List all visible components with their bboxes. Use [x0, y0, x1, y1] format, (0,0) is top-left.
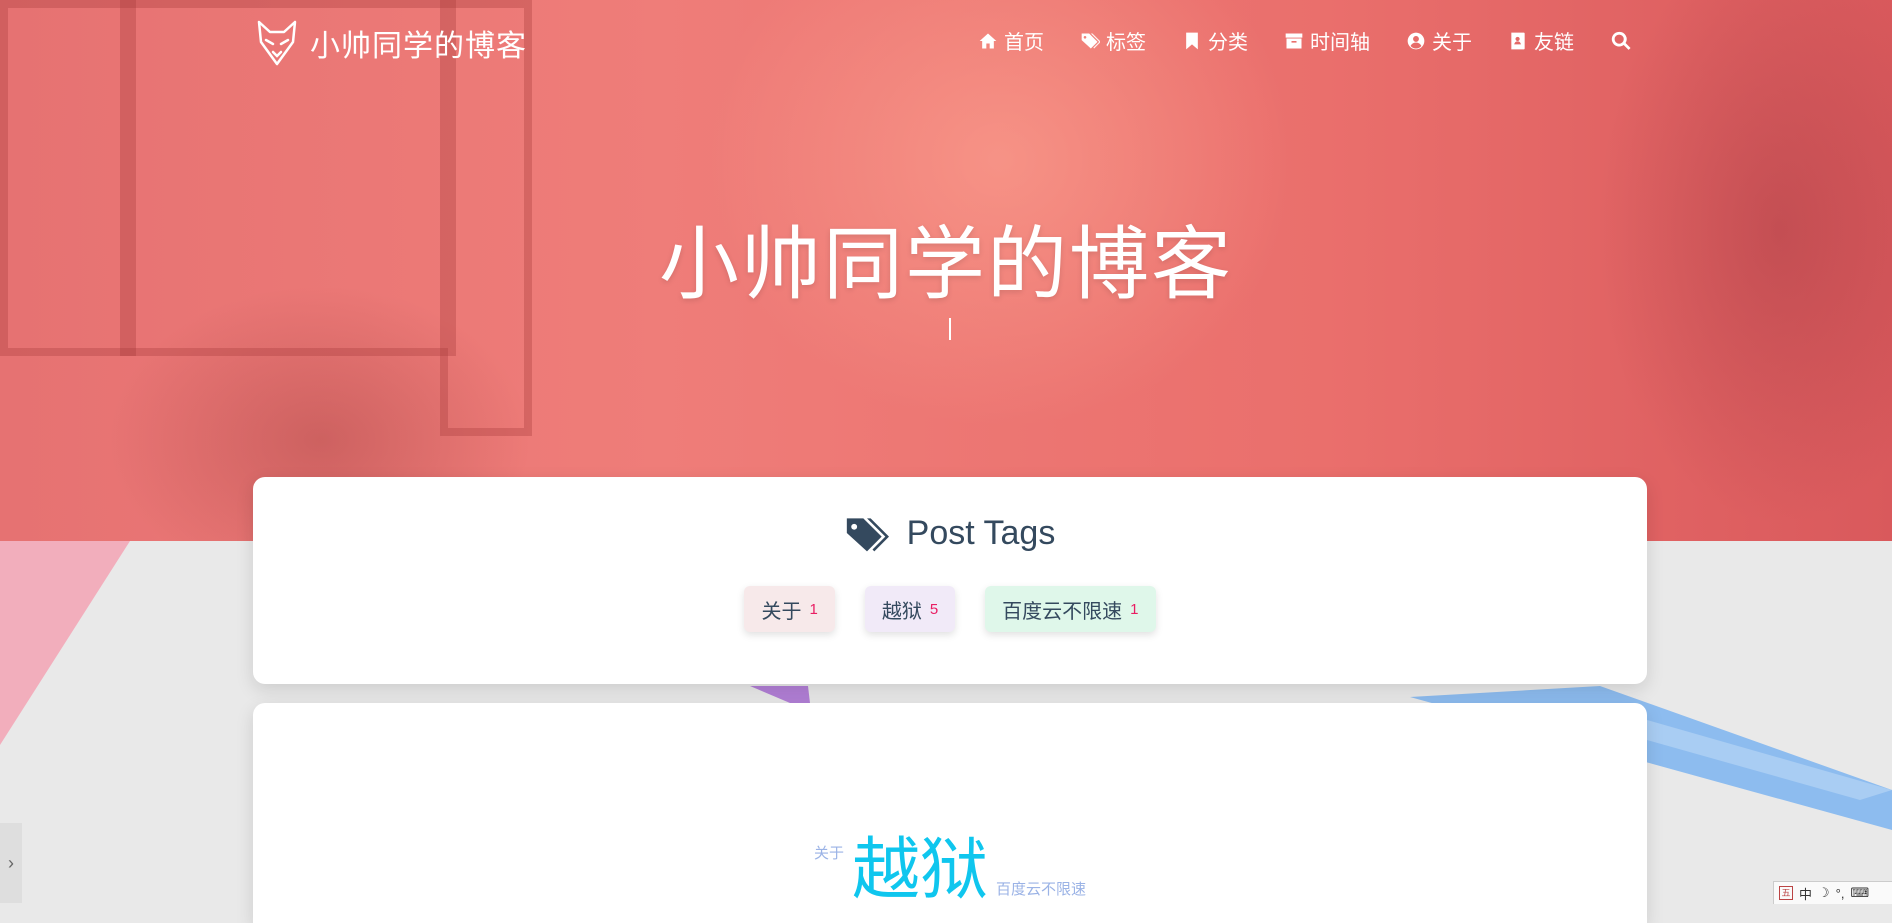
moon-icon: ☽ [1818, 885, 1830, 900]
tag-chip-count: 1 [809, 600, 818, 618]
nav-item-label: 首页 [1004, 32, 1044, 54]
archive-icon [1285, 33, 1303, 48]
tag-chip[interactable]: 百度云不限速 1 [985, 586, 1156, 632]
tag-chip[interactable]: 关于 1 [744, 586, 835, 632]
ime-punctuation-label: °, [1835, 885, 1845, 901]
chevron-right-icon: › [8, 852, 14, 873]
typing-cursor [949, 318, 951, 340]
fox-logo-icon [257, 20, 297, 66]
ime-mode-label: 中 [1799, 886, 1813, 902]
brand-link[interactable]: 小帅同学的博客 [256, 20, 527, 66]
tag-chip-name: 百度云不限速 [1002, 600, 1123, 623]
hero-title: 小帅同学的博客 [659, 220, 1233, 309]
tags-icon [846, 518, 889, 552]
nav-item-categories[interactable]: 分类 [1182, 26, 1248, 55]
nav-item-tags[interactable]: 标签 [1080, 26, 1146, 55]
navbar: 小帅同学的博客 首页 标签 分类 时间轴 关于 友链 [0, 0, 1892, 86]
post-tags-heading: Post Tags [253, 511, 1647, 555]
tag-chip[interactable]: 越狱 5 [864, 586, 956, 632]
search-button[interactable] [1610, 30, 1632, 52]
nav-item-label: 标签 [1106, 32, 1146, 54]
nav-item-timeline[interactable]: 时间轴 [1284, 26, 1370, 55]
ime-status-bar[interactable]: 五 中 ☽ °, ⌨ [1773, 881, 1892, 904]
tag-cloud-word[interactable]: 百度云不限速 [996, 878, 1086, 899]
nav-item-label: 友链 [1534, 32, 1574, 54]
tag-chip-count: 1 [1130, 600, 1139, 618]
user-circle-icon [1407, 32, 1425, 49]
tag-cloud-card: 关于 越狱 百度云不限速 [253, 703, 1647, 923]
nav-item-label: 分类 [1208, 32, 1248, 54]
brand-title: 小帅同学的博客 [310, 30, 527, 63]
tag-chip-count: 5 [929, 600, 939, 618]
nav-item-friends[interactable]: 友链 [1508, 26, 1574, 55]
post-tags-title: Post Tags [906, 513, 1056, 552]
address-book-icon [1511, 32, 1525, 49]
nav-item-label: 时间轴 [1310, 32, 1370, 54]
tag-cloud-word[interactable]: 越狱 [852, 833, 988, 907]
tag-chip-name: 关于 [761, 600, 802, 623]
tag-chip-list: 关于 1 越狱 5 百度云不限速 1 [253, 586, 1647, 632]
nav-item-label: 关于 [1432, 32, 1472, 54]
home-icon [979, 33, 997, 48]
tag-cloud-word[interactable]: 关于 [814, 842, 844, 863]
tags-icon [1081, 33, 1100, 48]
post-tags-card: Post Tags 关于 1 越狱 5 百度云不限速 1 [253, 477, 1647, 684]
search-icon [1611, 31, 1631, 50]
bookmark-icon [1186, 32, 1198, 49]
tag-chip-name: 越狱 [881, 600, 922, 623]
tag-cloud: 关于 越狱 百度云不限速 [253, 833, 1647, 907]
sidebar-toggle-button[interactable]: › [0, 823, 22, 903]
nav-menu: 首页 标签 分类 时间轴 关于 友链 [978, 26, 1632, 55]
keyboard-icon: ⌨ [1850, 885, 1870, 900]
nav-item-about[interactable]: 关于 [1406, 26, 1472, 55]
nav-item-home[interactable]: 首页 [978, 26, 1044, 55]
ime-logo-icon: 五 [1779, 886, 1793, 900]
